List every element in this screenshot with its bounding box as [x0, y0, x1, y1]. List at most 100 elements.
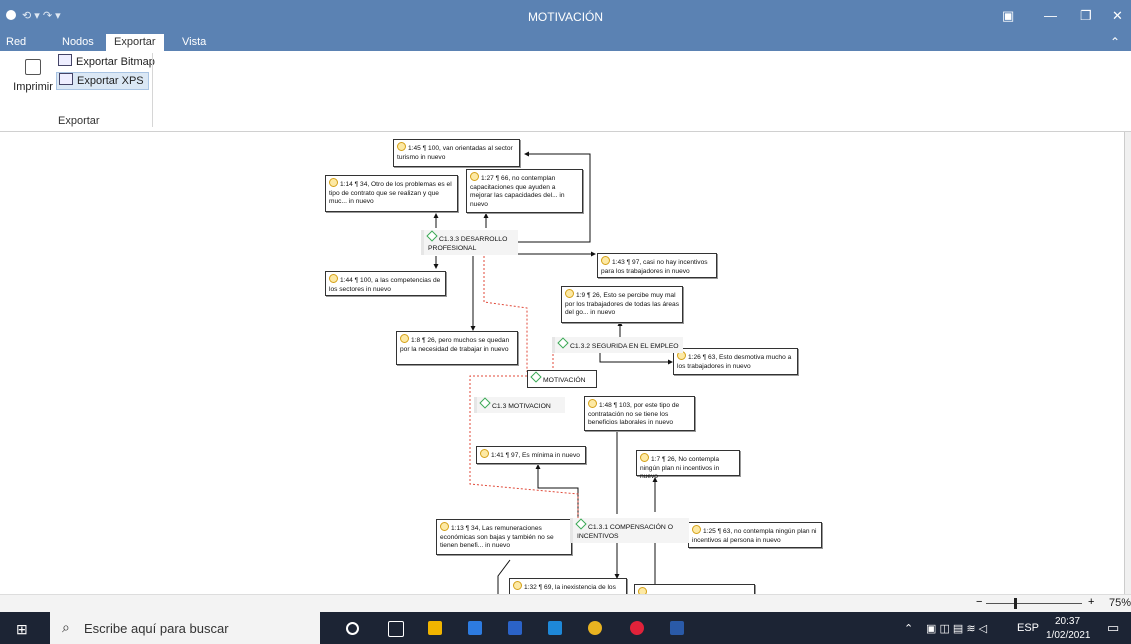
- quote-node[interactable]: 1:14 ¶ 34, Otro de los problemas es el t…: [325, 175, 458, 212]
- zoom-out-icon[interactable]: −: [976, 596, 982, 608]
- quote-text: 1:14 ¶ 34, Otro de los problemas es el t…: [329, 181, 452, 206]
- quote-node[interactable]: 1:48 ¶ 103, por este tipo de contratació…: [584, 396, 695, 431]
- code-icon: [575, 518, 587, 530]
- code-node-c13[interactable]: C1.3 MOTIVACION: [474, 397, 565, 413]
- mail-icon[interactable]: [548, 621, 562, 635]
- taskbar-search-box[interactable]: ⌕ Escribe aquí para buscar: [50, 612, 320, 644]
- search-placeholder: Escribe aquí para buscar: [84, 621, 229, 636]
- group-label-exportar: Exportar: [58, 115, 100, 127]
- quote-icon: [400, 334, 409, 343]
- quote-text: 1:13 ¶ 34, Las remuneraciones económicas…: [440, 525, 554, 550]
- quote-text: 1:26 ¶ 63, Esto desmotiva mucho a los tr…: [677, 354, 792, 370]
- quote-node[interactable]: 1:45 ¶ 100, van orientadas al sector tur…: [393, 139, 520, 167]
- quote-icon: [470, 172, 479, 181]
- quote-node[interactable]: [634, 584, 755, 594]
- quote-text: 1:44 ¶ 100, a las competencias de los se…: [329, 277, 441, 293]
- quote-icon: [397, 142, 406, 151]
- code-label: MOTIVACIÓN: [543, 377, 586, 384]
- title-bar: ⟲ ▾ ↷ ▾ MOTIVACIÓN ▣ — ❐ ✕: [0, 0, 1131, 34]
- tab-red[interactable]: Red: [6, 36, 26, 48]
- code-node-c132[interactable]: C1.3.2 SEGURIDA EN EL EMPLEO: [552, 337, 683, 353]
- print-label: Imprimir: [13, 81, 53, 93]
- tab-vista[interactable]: Vista: [182, 36, 206, 48]
- quote-text: 1:32 ¶ 69, la inexistencia de los: [524, 584, 616, 591]
- quote-icon: [588, 399, 597, 408]
- cortana-icon[interactable]: [346, 622, 359, 635]
- quote-icon: [692, 525, 701, 534]
- close-button[interactable]: ✕: [1112, 8, 1123, 24]
- zoom-level: 75%: [1109, 597, 1131, 609]
- quote-text: 1:9 ¶ 26, Esto se percibe muy mal por lo…: [565, 292, 679, 317]
- chrome-icon[interactable]: [588, 621, 602, 635]
- xps-icon: [59, 73, 73, 85]
- zoom-slider-thumb[interactable]: [1014, 598, 1017, 609]
- quote-node[interactable]: 1:13 ¶ 34, Las remuneraciones económicas…: [436, 519, 572, 555]
- word-icon[interactable]: [670, 621, 684, 635]
- quote-icon: [513, 581, 522, 590]
- group-separator: [152, 53, 153, 127]
- maximize-button[interactable]: ❐: [1080, 8, 1092, 24]
- quote-text: 1:45 ¶ 100, van orientadas al sector tur…: [397, 145, 513, 161]
- printer-icon: [25, 59, 41, 75]
- quote-icon: [329, 274, 338, 283]
- zoom-slider[interactable]: [986, 603, 1082, 604]
- input-language[interactable]: ESP: [1017, 622, 1039, 634]
- quote-node[interactable]: 1:26 ¶ 63, Esto desmotiva mucho a los tr…: [673, 348, 798, 375]
- quote-node[interactable]: 1:41 ¶ 97, Es mínima in nuevo: [476, 446, 586, 464]
- opera-icon[interactable]: [630, 621, 644, 635]
- quote-node[interactable]: 1:32 ¶ 69, la inexistencia de los: [509, 578, 627, 594]
- ribbon-tabs: Red Nodos Exportar Vista ⌃: [0, 34, 1131, 51]
- quote-node[interactable]: 1:25 ¶ 63, no contempla ningún plan ni i…: [688, 522, 822, 548]
- quote-text: 1:48 ¶ 103, por este tipo de contratació…: [588, 402, 680, 427]
- tray-icons[interactable]: ▣ ◫ ▤ ≋ ◁: [926, 622, 987, 635]
- export-bitmap-label: Exportar Bitmap: [76, 56, 155, 68]
- quote-icon: [640, 453, 649, 462]
- code-label: C1.3.3 DESARROLLO PROFESIONAL: [428, 236, 508, 252]
- window-title: MOTIVACIÓN: [527, 10, 604, 24]
- quote-node[interactable]: 1:8 ¶ 26, pero muchos se quedan por la n…: [396, 331, 518, 365]
- quote-text: 1:8 ¶ 26, pero muchos se quedan por la n…: [400, 337, 510, 353]
- root-code-node[interactable]: MOTIVACIÓN: [527, 370, 597, 388]
- clock-time[interactable]: 20:37: [1055, 616, 1080, 627]
- windows-start-icon[interactable]: ⊞: [16, 621, 28, 638]
- quote-text: 1:41 ¶ 97, Es mínima in nuevo: [491, 452, 580, 459]
- ribbon-display-icon[interactable]: ▣: [1002, 8, 1014, 24]
- clock-date[interactable]: 1/02/2021: [1046, 630, 1091, 641]
- quote-text: 1:25 ¶ 63, no contempla ningún plan ni i…: [692, 528, 817, 544]
- code-icon: [479, 397, 491, 409]
- vertical-scrollbar[interactable]: [1124, 132, 1131, 594]
- quote-node[interactable]: 1:27 ¶ 66, no contemplan capacitaciones …: [466, 169, 583, 213]
- quote-node[interactable]: 1:9 ¶ 26, Esto se percibe muy mal por lo…: [561, 286, 683, 323]
- search-icon: ⌕: [62, 619, 70, 635]
- zoom-app-icon[interactable]: [468, 621, 482, 635]
- tab-exportar[interactable]: Exportar: [106, 34, 164, 51]
- quote-icon: [638, 587, 647, 594]
- quote-text: 1:43 ¶ 97, casi no hay incentivos para l…: [601, 259, 708, 275]
- task-view-icon[interactable]: [388, 621, 404, 637]
- quote-icon: [440, 522, 449, 531]
- code-label: C1.3.2 SEGURIDA EN EL EMPLEO: [570, 343, 679, 350]
- print-button[interactable]: Imprimir: [12, 59, 54, 93]
- code-node-c131[interactable]: C1.3.1 COMPENSACIÓN O INCENTIVOS: [570, 518, 689, 543]
- minimize-button[interactable]: —: [1044, 8, 1057, 23]
- tab-nodos[interactable]: Nodos: [62, 36, 94, 48]
- quote-icon: [601, 256, 610, 265]
- quote-icon: [565, 289, 574, 298]
- quote-node[interactable]: 1:43 ¶ 97, casi no hay incentivos para l…: [597, 253, 717, 278]
- store-icon[interactable]: [508, 621, 522, 635]
- tray-overflow-icon[interactable]: ⌃: [904, 622, 913, 635]
- code-label: C1.3.1 COMPENSACIÓN O INCENTIVOS: [577, 524, 673, 540]
- code-node-c133[interactable]: C1.3.3 DESARROLLO PROFESIONAL: [421, 230, 518, 255]
- file-explorer-icon[interactable]: [428, 621, 442, 635]
- status-bar: − + 75%: [0, 594, 1131, 613]
- code-icon: [530, 371, 542, 383]
- notifications-icon[interactable]: ▭: [1107, 620, 1119, 636]
- export-xps-button[interactable]: Exportar XPS: [56, 72, 149, 90]
- zoom-in-icon[interactable]: +: [1088, 596, 1094, 608]
- quote-node[interactable]: 1:44 ¶ 100, a las competencias de los se…: [325, 271, 446, 296]
- taskbar: ⊞ ⌕ Escribe aquí para buscar ⌃ ▣ ◫ ▤ ≋ ◁…: [0, 612, 1131, 644]
- quote-node[interactable]: 1:7 ¶ 26, No contempla ningún plan ni in…: [636, 450, 740, 480]
- export-bitmap-button[interactable]: Exportar Bitmap: [56, 54, 159, 70]
- collapse-ribbon-icon[interactable]: ⌃: [1110, 35, 1120, 49]
- network-canvas[interactable]: 1:45 ¶ 100, van orientadas al sector tur…: [0, 132, 1124, 594]
